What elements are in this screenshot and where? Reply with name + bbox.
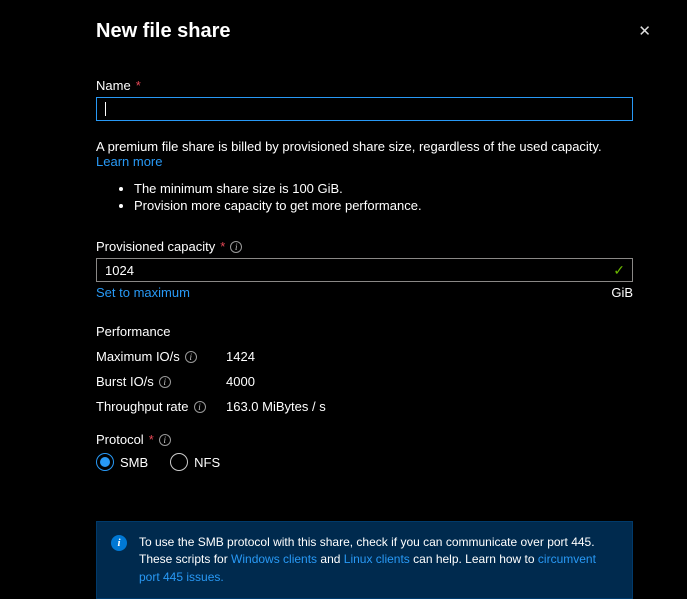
new-file-share-panel: New file share ✕ Name * A premium file s… — [0, 0, 687, 563]
info-icon[interactable]: i — [159, 434, 171, 446]
name-label: Name * — [96, 78, 633, 93]
info-icon[interactable]: i — [194, 401, 206, 413]
protocol-label: Protocol — [96, 432, 144, 447]
capacity-footer: Set to maximum GiB — [96, 285, 633, 300]
perf-row-max-io: Maximum IO/s i 1424 — [96, 349, 633, 364]
learn-more-link[interactable]: Learn more — [96, 154, 162, 169]
windows-clients-link[interactable]: Windows clients — [231, 552, 317, 566]
info-box-text: To use the SMB protocol with this share,… — [139, 534, 618, 586]
billing-text: A premium file share is billed by provis… — [96, 139, 602, 154]
form-body: Name * A premium file share is billed by… — [26, 78, 661, 599]
perf-label: Burst IO/s i — [96, 374, 226, 389]
radio-label: NFS — [194, 455, 220, 470]
radio-icon-unselected — [170, 453, 188, 471]
protocol-section: Protocol * i SMB NFS — [96, 432, 633, 471]
required-asterisk: * — [149, 432, 154, 447]
perf-label: Throughput rate i — [96, 399, 226, 414]
linux-clients-link[interactable]: Linux clients — [344, 552, 410, 566]
capacity-label: Provisioned capacity — [96, 239, 215, 254]
panel-title: New file share — [96, 20, 231, 43]
bullet-item: The minimum share size is 100 GiB. — [134, 181, 633, 196]
billing-helper: A premium file share is billed by provis… — [96, 139, 633, 169]
perf-value: 1424 — [226, 349, 255, 364]
close-icon[interactable]: ✕ — [634, 18, 655, 44]
required-asterisk: * — [136, 78, 141, 93]
performance-heading: Performance — [96, 324, 633, 339]
capacity-input-wrap: ✓ — [96, 258, 633, 282]
set-to-maximum-link[interactable]: Set to maximum — [96, 285, 190, 300]
check-icon: ✓ — [613, 262, 625, 279]
perf-value: 4000 — [226, 374, 255, 389]
capacity-input[interactable] — [96, 258, 633, 282]
panel-header: New file share ✕ — [26, 18, 661, 44]
perf-value: 163.0 MiBytes / s — [226, 399, 326, 414]
capacity-unit: GiB — [611, 285, 633, 300]
helper-bullets: The minimum share size is 100 GiB. Provi… — [96, 181, 633, 213]
required-asterisk: * — [220, 239, 225, 254]
performance-section: Performance Maximum IO/s i 1424 Burst IO… — [96, 324, 633, 414]
bullet-item: Provision more capacity to get more perf… — [134, 198, 633, 213]
info-box: i To use the SMB protocol with this shar… — [96, 521, 633, 599]
perf-row-burst-io: Burst IO/s i 4000 — [96, 374, 633, 389]
protocol-radio-nfs[interactable]: NFS — [170, 453, 220, 471]
protocol-radio-smb[interactable]: SMB — [96, 453, 148, 471]
protocol-label-row: Protocol * i — [96, 432, 633, 447]
name-input[interactable] — [96, 97, 633, 121]
protocol-radio-group: SMB NFS — [96, 453, 633, 471]
radio-label: SMB — [120, 455, 148, 470]
capacity-label-row: Provisioned capacity * i — [96, 239, 633, 254]
info-badge-icon: i — [111, 535, 127, 551]
perf-label: Maximum IO/s i — [96, 349, 226, 364]
radio-icon-selected — [96, 453, 114, 471]
text-caret — [105, 102, 106, 116]
info-icon[interactable]: i — [159, 376, 171, 388]
perf-row-throughput: Throughput rate i 163.0 MiBytes / s — [96, 399, 633, 414]
info-icon[interactable]: i — [185, 351, 197, 363]
info-icon[interactable]: i — [230, 241, 242, 253]
